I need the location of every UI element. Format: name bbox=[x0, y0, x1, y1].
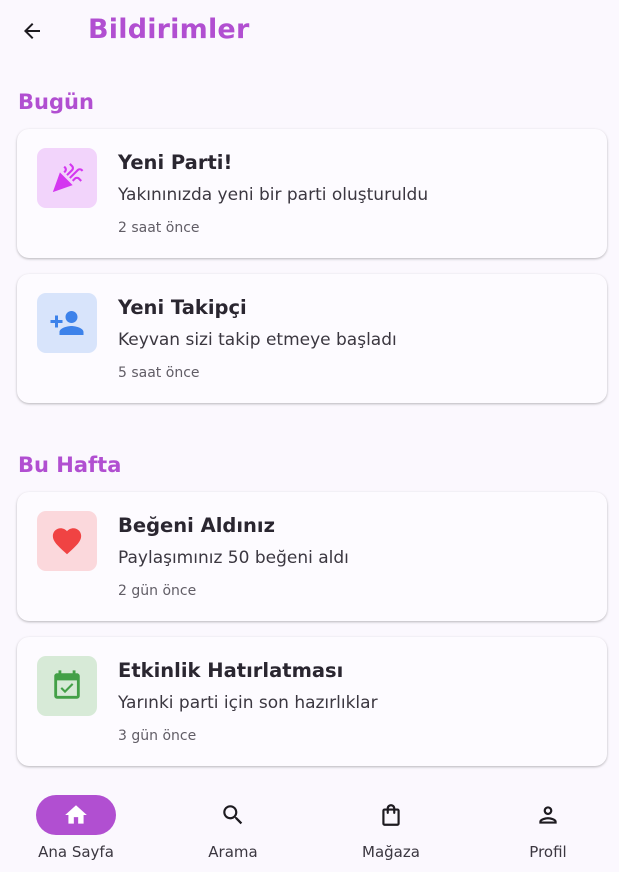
notification-body: Yakınınızda yeni bir parti oluşturuldu bbox=[118, 185, 429, 205]
section-header-today: Bugün bbox=[18, 90, 94, 114]
back-button[interactable] bbox=[12, 11, 52, 51]
notification-title: Beğeni Aldınız bbox=[118, 514, 275, 537]
nav-item-home[interactable]: Ana Sayfa bbox=[15, 795, 125, 865]
notification-body: Paylaşımınız 50 beğeni aldı bbox=[118, 548, 349, 568]
notification-body: Yarınki parti için son hazırlıklar bbox=[118, 693, 378, 713]
notification-time: 5 saat önce bbox=[118, 365, 200, 381]
notification-time: 2 gün önce bbox=[118, 583, 197, 599]
bottom-navigation: Ana Sayfa Arama Mağaza Profil bbox=[0, 780, 619, 872]
notifications-screen: Bildirimler Bugün Yeni Parti! Yakınınızd… bbox=[0, 0, 619, 872]
notification-icon-box bbox=[37, 148, 97, 208]
person-icon bbox=[539, 806, 557, 824]
notification-card[interactable]: Yeni Takipçi Keyvan sizi takip etmeye ba… bbox=[17, 274, 607, 403]
nav-item-store[interactable]: Mağaza bbox=[330, 795, 440, 865]
shopping-bag-icon bbox=[382, 804, 400, 826]
nav-label: Ana Sayfa bbox=[38, 843, 114, 861]
section-header-this-week: Bu Hafta bbox=[18, 453, 122, 477]
search-icon bbox=[223, 805, 243, 825]
notification-card[interactable]: Beğeni Aldınız Paylaşımınız 50 beğeni al… bbox=[17, 492, 607, 621]
notification-icon-box bbox=[37, 293, 97, 353]
notification-time: 2 saat önce bbox=[118, 220, 200, 236]
notification-card[interactable]: Etkinlik Hatırlatması Yarınki parti için… bbox=[17, 637, 607, 766]
page-title: Bildirimler bbox=[88, 14, 250, 45]
notification-icon-box bbox=[37, 656, 97, 716]
notification-title: Yeni Takipçi bbox=[118, 296, 247, 319]
home-icon bbox=[65, 805, 87, 824]
calendar-check-icon bbox=[54, 670, 80, 699]
nav-item-search[interactable]: Arama bbox=[172, 795, 282, 865]
heart-icon bbox=[52, 528, 82, 555]
notification-icon-box bbox=[37, 511, 97, 571]
party-popper-icon bbox=[52, 163, 84, 193]
notification-card[interactable]: Yeni Parti! Yakınınızda yeni bir parti o… bbox=[17, 129, 607, 258]
notification-title: Yeni Parti! bbox=[118, 151, 233, 174]
nav-label: Arama bbox=[208, 843, 258, 861]
nav-item-profile[interactable]: Profil bbox=[487, 795, 597, 865]
nav-active-indicator bbox=[36, 795, 116, 835]
app-bar: Bildirimler bbox=[0, 0, 619, 64]
nav-label: Profil bbox=[529, 843, 567, 861]
notification-body: Keyvan sizi takip etmeye başladı bbox=[118, 330, 397, 350]
notification-title: Etkinlik Hatırlatması bbox=[118, 659, 344, 682]
nav-label: Mağaza bbox=[362, 843, 420, 861]
arrow-back-icon bbox=[24, 23, 40, 39]
person-add-icon bbox=[50, 311, 84, 335]
notification-time: 3 gün önce bbox=[118, 728, 197, 744]
